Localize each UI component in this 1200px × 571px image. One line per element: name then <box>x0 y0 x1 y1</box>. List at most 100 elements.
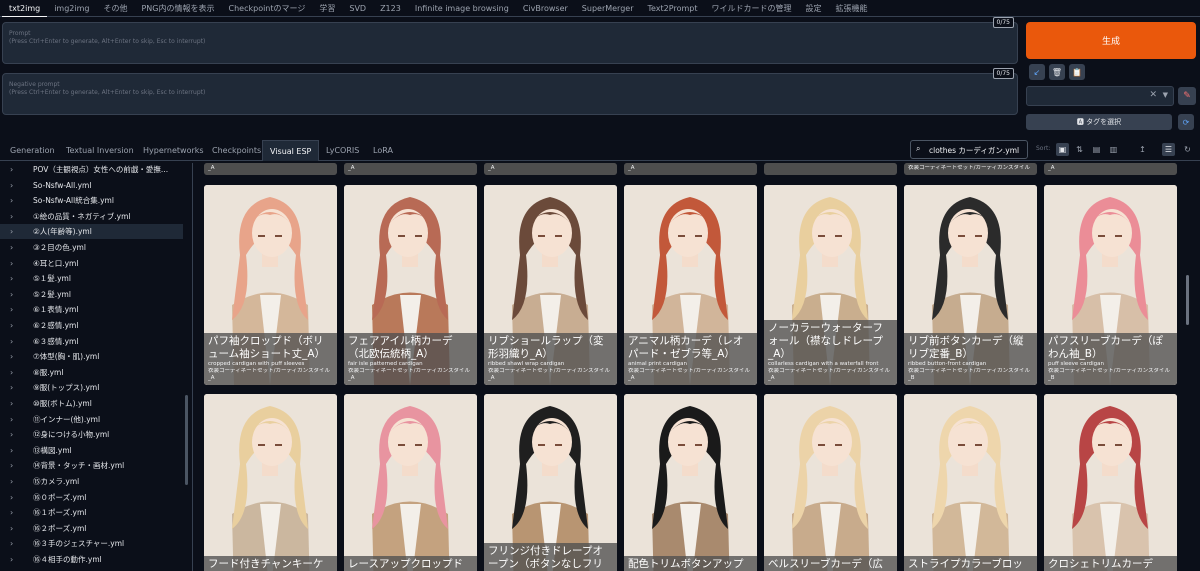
clear-icon[interactable]: ✕ <box>1149 90 1157 100</box>
card[interactable]: パフ袖クロップド（ボリューム袖ショート丈_A） cropped cardigan … <box>204 185 337 385</box>
refresh-list-icon[interactable]: ↻ <box>1181 143 1194 156</box>
prompt-textarea[interactable]: Prompt (Press Ctrl+Enter to generate, Alt… <box>2 17 1018 64</box>
tree-item[interactable]: › ⑯２ポーズ.yml <box>0 521 183 536</box>
tree-scrollbar[interactable] <box>185 395 188 485</box>
tree-item[interactable]: › ⑬構図.yml <box>0 443 183 458</box>
tree-item[interactable]: › ⑦体型(胸・肌).yml <box>0 349 183 364</box>
refresh-icon: ⟳ <box>1182 117 1190 127</box>
sub-tab-2[interactable]: Hypernetworks <box>143 140 204 161</box>
card[interactable]: ノーカラーウォーターフォール（襟なしドレープ_A） collarless card… <box>764 185 897 385</box>
tree-item[interactable]: › ⑪インナー(他).yml <box>0 412 183 427</box>
card-top-partial[interactable]: _A <box>484 163 617 175</box>
card[interactable]: ストライプカラーブロック（マルチ配色_B）striped color-block… <box>904 394 1037 571</box>
tree-item[interactable]: › POV（主観視点）女性への前戯・愛撫... <box>0 163 183 177</box>
tree-item[interactable]: › ⑤２髪.yml <box>0 287 183 302</box>
generate-button[interactable]: 生成 <box>1026 22 1196 59</box>
card-top-partial[interactable]: _A <box>204 163 337 175</box>
tree-view-toggle-icon[interactable]: ☰ <box>1162 143 1175 156</box>
tree-item[interactable]: › ⑮カメラ.yml <box>0 474 183 489</box>
tree-item[interactable]: › ⑤１髪.yml <box>0 271 183 286</box>
chevron-right-icon: › <box>10 555 14 564</box>
tree-item-label: ⑯１ポーズ.yml <box>33 508 87 518</box>
card[interactable]: 配色トリムボタンアップ（バイカラー縁取り_B）button-up cardiga… <box>624 394 757 571</box>
top-tab-10[interactable]: SuperMerger <box>575 0 641 17</box>
tree-item[interactable]: › ⑥３感情.yml <box>0 334 183 349</box>
refresh-button[interactable]: ⟳ <box>1178 114 1194 130</box>
sub-tab-6[interactable]: LoRA <box>373 140 393 161</box>
top-tab-14[interactable]: 拡張機能 <box>828 0 874 17</box>
apply-style-button[interactable]: ✎ <box>1178 87 1196 105</box>
top-tab-3[interactable]: PNG内の情報を表示 <box>134 0 221 17</box>
tree-item[interactable]: › So-Nsfw-All.yml <box>0 178 183 193</box>
tree-item[interactable]: › ②人(年齢等).yml <box>0 224 183 240</box>
tree-item[interactable]: › ⑯１ポーズ.yml <box>0 505 183 520</box>
tree-item[interactable]: › ⑫身につける小物.yml <box>0 427 183 442</box>
card-caption: リブショールラップ（変形羽織り_A） ribbed shawl wrap card… <box>484 333 617 385</box>
read-params-button[interactable]: ↙ <box>1029 64 1045 80</box>
card-top-partial[interactable]: _A <box>624 163 757 175</box>
tree-item[interactable]: › ⑧服.yml <box>0 365 183 380</box>
card[interactable]: レースアップクロップド（編み上げショート丈_B）cropped cardigan… <box>344 394 477 571</box>
sort-direction-icon[interactable]: ↥ <box>1136 143 1149 156</box>
sub-tab-4[interactable]: Visual ESP <box>262 140 320 161</box>
top-tab-12[interactable]: ワイルドカードの管理 <box>704 0 798 17</box>
tree-item[interactable]: › ⑥１表情.yml <box>0 302 183 317</box>
negative-prompt-textarea[interactable]: Negative prompt (Press Ctrl+Enter to gene… <box>2 68 1018 115</box>
card-top-partial[interactable]: _A <box>1044 163 1177 175</box>
top-tab-5[interactable]: 学習 <box>312 0 342 17</box>
card-top-partial[interactable] <box>764 163 897 175</box>
card-category: 衣装コーディネートセット/カーディガンスタイル <box>908 368 1030 374</box>
top-tab-11[interactable]: Text2Prompt <box>641 0 705 17</box>
clear-prompt-button[interactable]: 🗑 <box>1049 64 1065 80</box>
top-tab-13[interactable]: 設定 <box>798 0 828 17</box>
card[interactable]: クロシェトリムカーデ（部分かぎ針編み_B）cardigan with croch… <box>1044 394 1177 571</box>
sort-by-date-modified-icon[interactable]: ▥ <box>1107 143 1120 156</box>
tree-item[interactable]: › ⑨服(トップス).yml <box>0 380 183 395</box>
chevron-right-icon: › <box>10 165 14 174</box>
top-tab-4[interactable]: Checkpointのマージ <box>222 0 313 17</box>
sub-tab-0[interactable]: Generation <box>10 140 55 161</box>
search-input[interactable]: ⌕ clothes カーディガン.yml <box>910 140 1028 159</box>
card[interactable]: ベルスリーブカーデ（広がる袖口_B）bell sleeve cardigan <box>764 394 897 571</box>
tree-item[interactable]: › ⑥２感情.yml <box>0 318 183 333</box>
card[interactable]: リブ前ボタンカーデ（縦リブ定番_B） ribbed button-front ca… <box>904 185 1037 385</box>
tree-item[interactable]: › ⑯３手のジェスチャー.yml <box>0 536 183 551</box>
card[interactable]: フード付きチャンキーケーブル（厚手縄編み_B）chunky cable knit… <box>204 394 337 571</box>
style-clipboard-button[interactable]: 📋 <box>1069 64 1085 80</box>
top-tab-2[interactable]: その他 <box>96 0 134 17</box>
sort-by-name-icon[interactable]: ⇅ <box>1073 143 1086 156</box>
card[interactable]: アニマル柄カーデ（レオパード・ゼブラ等_A） animal print cardi… <box>624 185 757 385</box>
sort-by-path-icon[interactable]: ▣ <box>1056 143 1069 156</box>
card[interactable]: フェアアイル柄カーデ（北欧伝統柄_A） fair isle patterned c… <box>344 185 477 385</box>
tree-item-label: ④耳と口.yml <box>33 258 79 268</box>
chevron-right-icon: › <box>10 196 14 206</box>
card[interactable]: リブショールラップ（変形羽織り_A） ribbed shawl wrap card… <box>484 185 617 385</box>
top-tab-1[interactable]: img2img <box>47 0 96 17</box>
sub-tab-3[interactable]: Checkpoints <box>212 140 261 161</box>
tree-item[interactable]: › ⑭背景・タッチ・画材.yml <box>0 458 183 473</box>
gallery-scrollbar[interactable] <box>1186 275 1189 325</box>
top-tab-6[interactable]: SVD <box>342 0 373 17</box>
tree-item[interactable]: › ⑯４相手の動作.yml <box>0 552 183 567</box>
tree-item-label: So-Nsfw-All.yml <box>33 180 92 190</box>
sub-tab-5[interactable]: LyCORIS <box>326 140 359 161</box>
tree-item[interactable]: › ④耳と口.yml <box>0 256 183 271</box>
sort-by-date-created-icon[interactable]: ▤ <box>1090 143 1103 156</box>
top-tab-9[interactable]: CivBrowser <box>516 0 575 17</box>
tree-item[interactable]: › So-Nsfw-All統合集.yml <box>0 193 183 208</box>
card[interactable]: パフスリーブカーデ（ぽわん袖_B） puff sleeve cardigan 衣装コ… <box>1044 185 1177 385</box>
top-tab-7[interactable]: Z123 <box>373 0 408 17</box>
sub-tab-1[interactable]: Textual Inversion <box>66 140 134 161</box>
tree-item[interactable]: › ⑯０ポーズ.yml <box>0 490 183 505</box>
tree-item[interactable]: › ⑩服(ボトム).yml <box>0 396 183 411</box>
card[interactable]: フリンジ付きドレープオープン（ボタンなしフリンジ_B）draped open-f… <box>484 394 617 571</box>
card-top-partial[interactable]: 衣装コーディネートセット/カーディガンスタイル <box>904 163 1037 175</box>
top-tab-8[interactable]: Infinite image browsing <box>408 0 516 17</box>
chevron-right-icon: › <box>10 430 14 440</box>
select-tags-button[interactable]: 🅰 タグを選択 <box>1026 114 1172 130</box>
card-top-partial[interactable]: _A <box>344 163 477 175</box>
styles-dropdown[interactable]: ✕ ▼ <box>1026 86 1174 106</box>
tree-item[interactable]: › ①絵の品質・ネガティブ.yml <box>0 209 183 224</box>
tree-item[interactable]: › ③２目の色.yml <box>0 240 183 255</box>
top-tab-0[interactable]: txt2img <box>2 0 48 17</box>
